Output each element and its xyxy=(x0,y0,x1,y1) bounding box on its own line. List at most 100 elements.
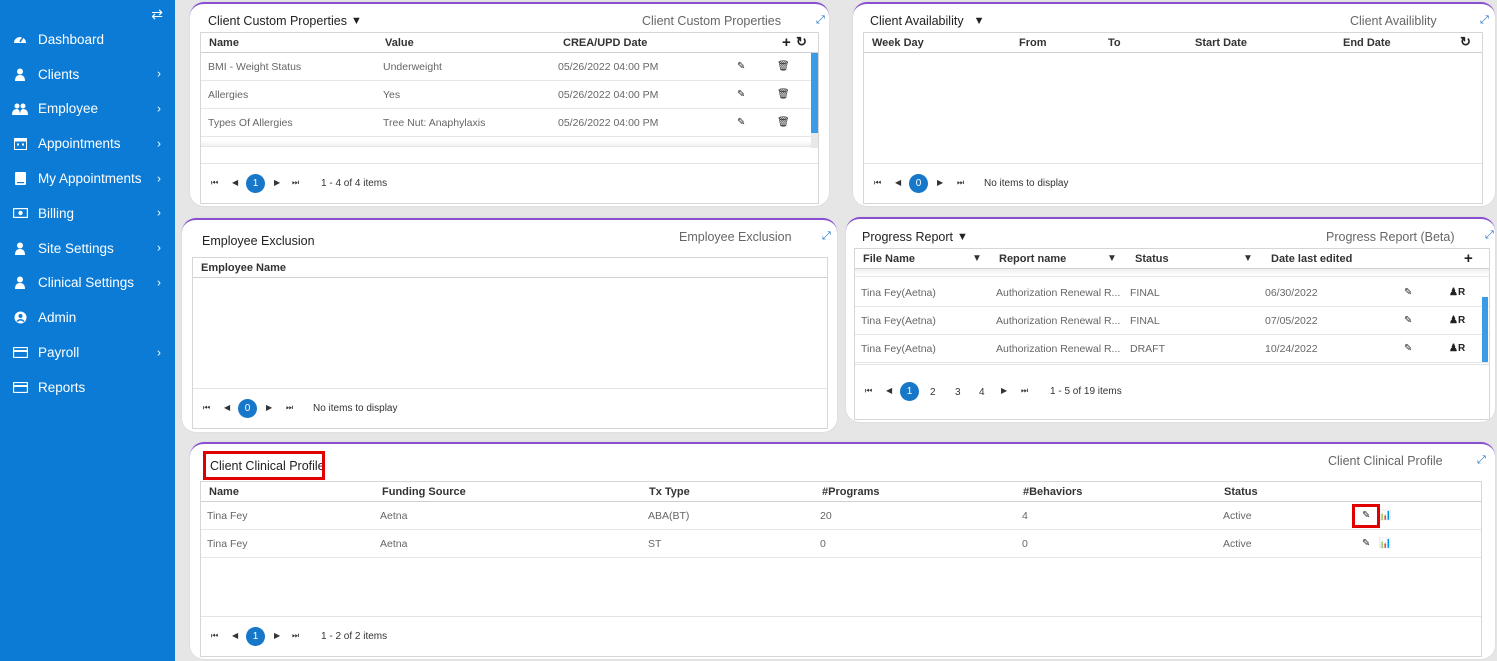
edit-icon[interactable]: ✎ xyxy=(737,61,745,72)
swap-arrows-icon[interactable]: ⇄ xyxy=(151,6,163,23)
edit-icon[interactable]: ✎ xyxy=(1362,538,1370,549)
current-page[interactable]: 0 xyxy=(909,174,928,193)
table-row[interactable]: Types Of Allergies Tree Nut: Anaphylaxis… xyxy=(201,109,818,137)
table-row[interactable]: Tina Fey Aetna ST 0 0 Active ✎ 📊 xyxy=(201,530,1481,558)
delete-icon[interactable]: 🗑 xyxy=(777,61,790,72)
refresh-icon[interactable]: ↻ xyxy=(1460,34,1471,50)
edit-icon[interactable]: ✎ xyxy=(1404,287,1412,298)
filter-icon[interactable]: ▼ xyxy=(1243,253,1253,264)
column-header[interactable]: #Programs xyxy=(822,486,879,498)
last-page-icon[interactable]: ⏭ xyxy=(1021,386,1028,396)
progress-report-dropdown[interactable]: Progress Report ▼ xyxy=(862,230,968,244)
table-row[interactable]: Tina Fey(Aetna) Authorization Renewal R.… xyxy=(855,335,1489,363)
chart-icon[interactable]: 📊 xyxy=(1379,510,1391,521)
sidebar-item-appointments[interactable]: Appointments › xyxy=(0,126,175,161)
add-icon[interactable]: + xyxy=(782,34,791,51)
current-page[interactable]: 1 xyxy=(246,627,265,646)
column-header[interactable]: Funding Source xyxy=(382,486,466,498)
bell-icon[interactable]: ♟R xyxy=(1449,315,1465,326)
first-page-icon[interactable]: ⏮ xyxy=(865,386,872,396)
chevron-down-icon: ▼ xyxy=(973,15,985,27)
column-header[interactable]: End Date xyxy=(1343,37,1391,49)
sidebar-item-employee[interactable]: Employee › xyxy=(0,92,175,127)
bell-icon[interactable]: ♟R xyxy=(1449,287,1465,298)
custom-properties-dropdown[interactable]: Client Custom Properties ▼ xyxy=(208,14,362,28)
last-page-icon[interactable]: ⏭ xyxy=(292,631,299,641)
delete-icon[interactable]: 🗑 xyxy=(777,117,790,128)
last-page-icon[interactable]: ⏭ xyxy=(957,178,964,188)
last-page-icon[interactable]: ⏭ xyxy=(292,178,299,188)
column-header[interactable]: Employee Name xyxy=(201,262,286,274)
bell-icon[interactable]: ♟R xyxy=(1449,343,1465,354)
edit-icon[interactable]: ✎ xyxy=(737,89,745,100)
next-page-icon[interactable]: ▶ xyxy=(1001,386,1007,395)
column-header[interactable]: From xyxy=(1019,37,1047,49)
chart-icon[interactable]: 📊 xyxy=(1379,538,1391,549)
column-header[interactable]: Status xyxy=(1135,253,1169,265)
sidebar-item-reports[interactable]: Reports xyxy=(0,370,175,405)
page-link[interactable]: 3 xyxy=(955,387,961,398)
sidebar-item-admin[interactable]: Admin xyxy=(0,300,175,335)
table-row[interactable]: Tina Fey(Aetna) Authorization Renewal R.… xyxy=(855,279,1489,307)
expand-icon[interactable]: ⤢ xyxy=(1480,14,1489,27)
column-header[interactable]: Start Date xyxy=(1195,37,1247,49)
scrollbar-thumb[interactable] xyxy=(1482,297,1488,362)
expand-icon[interactable]: ⤢ xyxy=(1485,229,1494,242)
edit-icon[interactable]: ✎ xyxy=(1404,315,1412,326)
scrollbar-thumb[interactable] xyxy=(811,53,818,133)
refresh-icon[interactable]: ↻ xyxy=(796,34,807,50)
prev-page-icon[interactable]: ◀ xyxy=(232,631,238,640)
expand-icon[interactable]: ⤢ xyxy=(816,14,825,27)
column-header[interactable]: Report name xyxy=(999,253,1066,265)
availability-dropdown[interactable]: Client Availability ▼ xyxy=(870,14,984,28)
column-header[interactable]: Name xyxy=(209,486,239,498)
first-page-icon[interactable]: ⏮ xyxy=(211,178,218,188)
prev-page-icon[interactable]: ◀ xyxy=(224,403,230,412)
current-page[interactable]: 0 xyxy=(238,399,257,418)
next-page-icon[interactable]: ▶ xyxy=(937,178,943,187)
next-page-icon[interactable]: ▶ xyxy=(274,178,280,187)
current-page[interactable]: 1 xyxy=(900,382,919,401)
expand-icon[interactable]: ⤢ xyxy=(822,230,831,243)
expand-icon[interactable]: ⤢ xyxy=(1477,454,1486,467)
filter-icon[interactable]: ▼ xyxy=(972,253,982,264)
sidebar-item-payroll[interactable]: Payroll › xyxy=(0,335,175,370)
page-link[interactable]: 2 xyxy=(930,387,936,398)
table-row[interactable]: Tina Fey(Aetna) Authorization Renewal R.… xyxy=(855,307,1489,335)
next-page-icon[interactable]: ▶ xyxy=(266,403,272,412)
first-page-icon[interactable]: ⏮ xyxy=(203,403,210,413)
column-header[interactable]: Tx Type xyxy=(649,486,690,498)
prev-page-icon[interactable]: ◀ xyxy=(886,386,892,395)
column-header[interactable]: #Behaviors xyxy=(1023,486,1082,498)
sidebar-item-site-settings[interactable]: Site Settings › xyxy=(0,231,175,266)
add-icon[interactable]: + xyxy=(1464,250,1473,267)
sidebar-item-clinical-settings[interactable]: Clinical Settings › xyxy=(0,266,175,301)
sidebar-item-billing[interactable]: Billing › xyxy=(0,196,175,231)
prev-page-icon[interactable]: ◀ xyxy=(895,178,901,187)
sidebar-item-dashboard[interactable]: Dashboard xyxy=(0,22,175,57)
current-page[interactable]: 1 xyxy=(246,174,265,193)
sidebar-item-my-appointments[interactable]: My Appointments › xyxy=(0,161,175,196)
edit-icon[interactable]: ✎ xyxy=(1404,343,1412,354)
delete-icon[interactable]: 🗑 xyxy=(777,89,790,100)
next-page-icon[interactable]: ▶ xyxy=(274,631,280,640)
first-page-icon[interactable]: ⏮ xyxy=(874,178,881,188)
page-link[interactable]: 4 xyxy=(979,387,985,398)
edit-icon[interactable]: ✎ xyxy=(737,117,745,128)
table-row[interactable]: Tina Fey Aetna ABA(BT) 20 4 Active ✎ 📊 xyxy=(201,502,1481,530)
table-row[interactable]: Allergies Yes 05/26/2022 04:00 PM ✎ 🗑 xyxy=(201,81,818,109)
column-header[interactable]: To xyxy=(1108,37,1121,49)
filter-icon[interactable]: ▼ xyxy=(1107,253,1117,264)
prev-page-icon[interactable]: ◀ xyxy=(232,178,238,187)
table-row[interactable]: BMI - Weight Status Underweight 05/26/20… xyxy=(201,53,818,81)
column-header[interactable]: Week Day xyxy=(872,37,924,49)
column-header[interactable]: Name xyxy=(209,37,239,49)
column-header[interactable]: File Name xyxy=(863,253,915,265)
column-header[interactable]: Date last edited xyxy=(1271,253,1352,265)
first-page-icon[interactable]: ⏮ xyxy=(211,631,218,641)
column-header[interactable]: Status xyxy=(1224,486,1258,498)
column-header[interactable]: CREA/UPD Date xyxy=(563,37,647,49)
sidebar-item-clients[interactable]: Clients › xyxy=(0,57,175,92)
column-header[interactable]: Value xyxy=(385,37,414,49)
last-page-icon[interactable]: ⏭ xyxy=(286,403,293,413)
